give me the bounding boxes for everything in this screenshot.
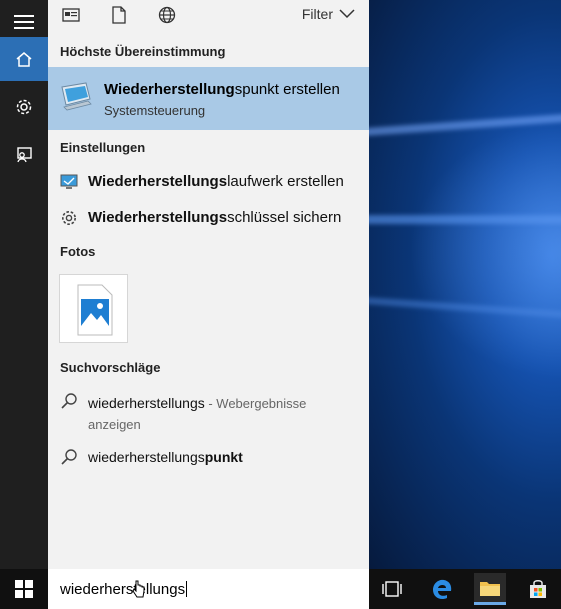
gear-icon	[62, 211, 76, 225]
globe-icon	[158, 6, 176, 24]
section-settings: Einstellungen	[60, 140, 146, 155]
edge-icon	[433, 579, 452, 600]
section-photos: Fotos	[60, 244, 96, 259]
text-caret	[186, 581, 188, 597]
documents-filter-button[interactable]	[108, 4, 130, 26]
search-icon	[61, 449, 77, 465]
photo-thumbnail[interactable]	[59, 274, 128, 343]
file-explorer-button[interactable]	[474, 573, 506, 605]
feedback-button[interactable]	[0, 133, 48, 177]
folder-icon	[480, 581, 500, 596]
store-bag-icon	[530, 580, 546, 598]
start-button[interactable]	[0, 569, 48, 609]
search-box[interactable]: wiederherstellungs	[48, 569, 369, 609]
section-suggestions: Suchvorschläge	[60, 360, 161, 375]
edge-browser-button[interactable]	[426, 573, 458, 605]
monitor-icon	[60, 174, 78, 189]
suggestion-label: wiederherstellungspunkt	[88, 449, 243, 465]
document-icon	[112, 6, 126, 24]
suggestion-item[interactable]: wiederherstellungs - Webergebnisse anzei…	[48, 386, 369, 432]
section-best-match: Höchste Übereinstimmung	[60, 44, 226, 59]
store-button[interactable]	[522, 573, 554, 605]
web-filter-button[interactable]	[156, 4, 178, 26]
search-icon	[61, 393, 77, 409]
system-restore-icon	[61, 82, 92, 111]
image-file-icon	[77, 284, 113, 336]
best-match-item[interactable]: Wiederherstellungspunkt erstellen System…	[48, 67, 369, 130]
search-input[interactable]: wiederherstellungs	[60, 581, 188, 598]
chevron-down-icon	[339, 9, 355, 19]
task-view-icon	[382, 581, 402, 597]
results-toolbar: Filter	[48, 0, 369, 30]
filter-dropdown[interactable]: Filter	[302, 6, 355, 22]
settings-item-label: Wiederherstellungslaufwerk erstellen	[88, 173, 344, 190]
task-view-button[interactable]	[376, 573, 408, 605]
search-results-panel: Filter Höchste Übereinstimmung Wiederher…	[48, 0, 369, 569]
settings-item-recovery-drive[interactable]: Wiederherstellungslaufwerk erstellen	[48, 166, 369, 198]
best-match-title: Wiederherstellungspunkt erstellen	[104, 81, 340, 98]
app-window-icon	[62, 8, 80, 22]
settings-item-recovery-key[interactable]: Wiederherstellungsschlüssel sichern	[48, 202, 369, 234]
suggestion-item[interactable]: wiederherstellungspunkt	[48, 442, 369, 474]
feedback-icon	[17, 147, 32, 163]
mouse-cursor-icon	[132, 580, 145, 598]
settings-button[interactable]	[0, 85, 48, 129]
apps-filter-button[interactable]	[60, 4, 82, 26]
best-match-subtitle: Systemsteuerung	[104, 103, 206, 118]
suggestion-label: wiederherstellungs - Webergebnisse anzei…	[88, 395, 307, 432]
gear-icon	[16, 99, 32, 115]
start-rail	[0, 0, 48, 569]
hamburger-icon	[14, 15, 34, 29]
filter-label: Filter	[301, 6, 333, 22]
home-button[interactable]	[0, 37, 48, 81]
windows-logo-icon	[15, 580, 33, 598]
settings-item-label: Wiederherstellungsschlüssel sichern	[88, 209, 342, 226]
home-icon	[16, 52, 32, 67]
taskbar: wiederherstellungs	[0, 569, 561, 609]
desktop-background	[369, 0, 561, 569]
